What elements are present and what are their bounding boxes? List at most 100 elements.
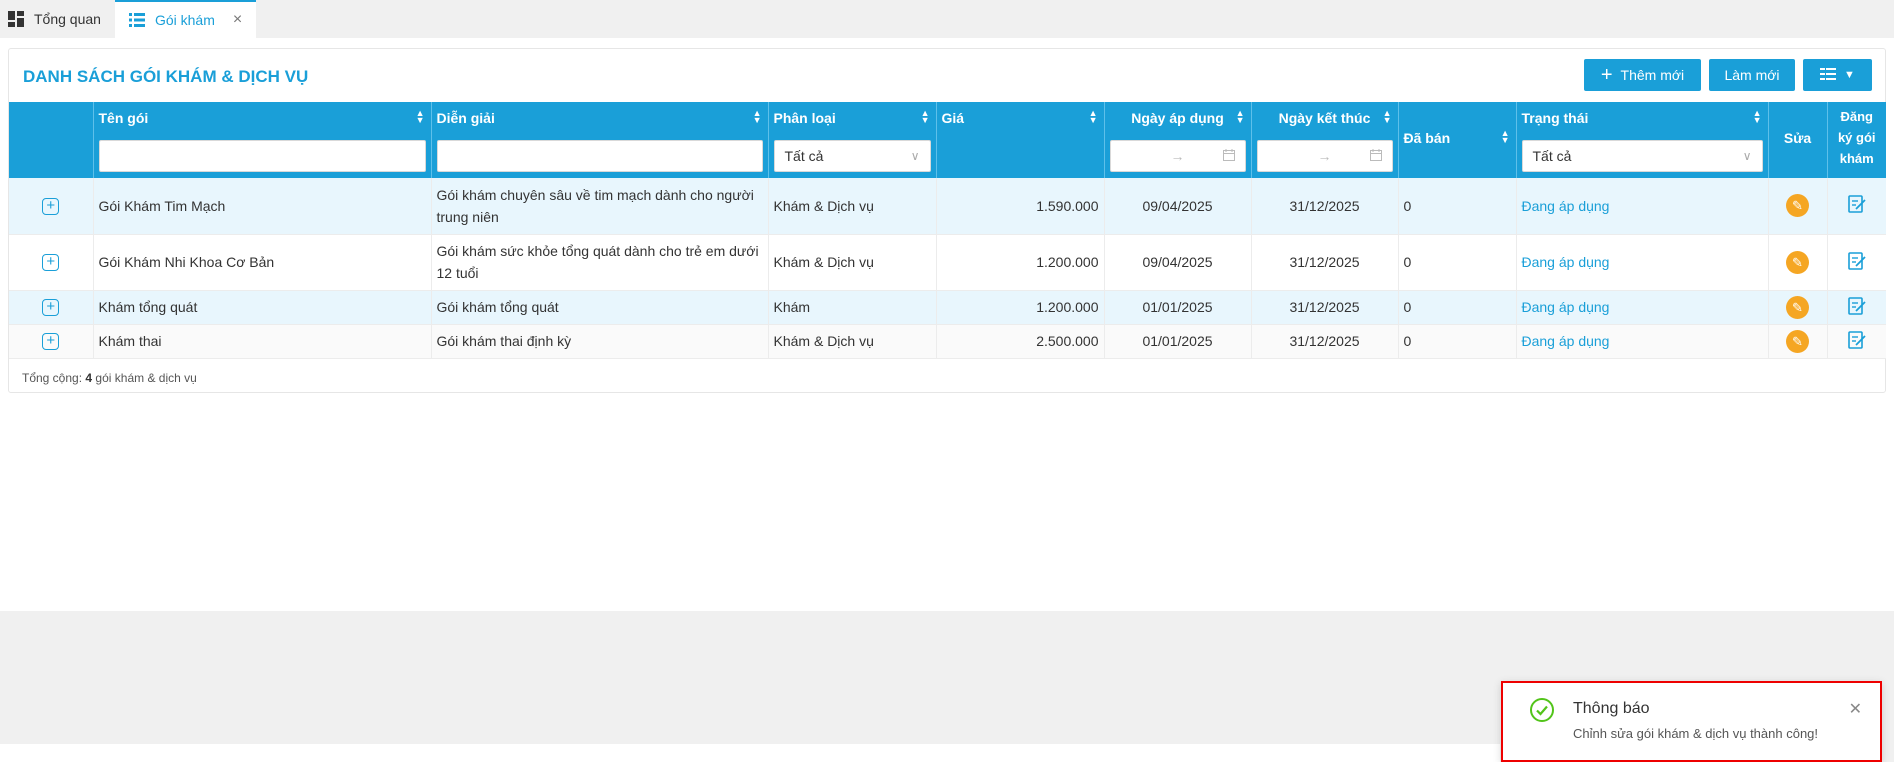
cell-status: Đang áp dụng	[1516, 178, 1769, 235]
total-count-text: Tổng cộng: 4 gói khám & dịch vụ	[22, 371, 197, 385]
cell-price: 1.200.000	[936, 290, 1105, 325]
header-description[interactable]: Diễn giải ▲ ▼	[431, 102, 769, 178]
cell-price: 1.590.000	[936, 178, 1105, 235]
cell-end-date: 31/12/2025	[1251, 290, 1399, 325]
register-form-icon[interactable]	[1847, 251, 1867, 274]
cell-status: Đang áp dụng	[1516, 324, 1769, 359]
cell-start-date: 01/01/2025	[1104, 324, 1252, 359]
sort-icon[interactable]: ▲ ▼	[1383, 109, 1392, 125]
cell-name: Gói Khám Tim Mạch	[93, 178, 432, 235]
cell-sold: 0	[1398, 178, 1517, 235]
cell-name: Khám thai	[93, 324, 432, 359]
cell-price: 1.200.000	[936, 234, 1105, 291]
sort-icon[interactable]: ▲ ▼	[1753, 109, 1762, 125]
cell-status: Đang áp dụng	[1516, 290, 1769, 325]
cell-end-date: 31/12/2025	[1251, 324, 1399, 359]
cell-end-date: 31/12/2025	[1251, 178, 1399, 235]
expand-row-icon[interactable]: +	[42, 333, 60, 350]
add-new-button[interactable]: + Thêm mới	[1584, 59, 1701, 91]
header-end-date[interactable]: Ngày kết thúc ▲ ▼ →	[1251, 102, 1399, 178]
dashboard-icon	[8, 11, 24, 27]
cell-status: Đang áp dụng	[1516, 234, 1769, 291]
start-date-range-picker[interactable]: →	[1109, 140, 1246, 172]
columns-icon	[1820, 67, 1837, 83]
main-panel: DANH SÁCH GÓI KHÁM & DỊCH VỤ + Thêm mới …	[0, 38, 1894, 611]
calendar-icon	[1222, 148, 1235, 164]
expand-row-icon[interactable]: +	[42, 299, 60, 316]
cell-description: Gói khám thai định kỳ	[431, 324, 769, 359]
cell-start-date: 01/01/2025	[1104, 290, 1252, 325]
cell-category: Khám & Dịch vụ	[768, 324, 937, 359]
edit-pencil-icon[interactable]: ✎	[1786, 295, 1809, 319]
table-row: + Gói Khám Tim Mạch Gói khám chuyên sâu …	[9, 178, 1886, 235]
edit-pencil-icon[interactable]: ✎	[1786, 194, 1809, 218]
cell-sold: 0	[1398, 234, 1517, 291]
refresh-button[interactable]: Làm mới	[1709, 59, 1795, 91]
header-name[interactable]: Tên gói ▲ ▼	[93, 102, 432, 178]
sort-icon[interactable]: ▲ ▼	[753, 109, 762, 125]
header-start-date[interactable]: Ngày áp dụng ▲ ▼ →	[1104, 102, 1252, 178]
add-new-label: Thêm mới	[1620, 67, 1685, 83]
check-circle-icon	[1529, 697, 1555, 726]
cell-category: Khám & Dịch vụ	[768, 178, 937, 235]
total-count: 4	[85, 371, 93, 385]
edit-pencil-icon[interactable]: ✎	[1786, 250, 1809, 274]
expand-row-icon[interactable]: +	[42, 254, 60, 271]
sort-icon[interactable]: ▲ ▼	[1501, 129, 1510, 145]
caret-down-icon: ▼	[1844, 69, 1855, 81]
close-icon[interactable]: ✕	[1849, 699, 1862, 719]
status-filter-select[interactable]: Tất cả ∨	[1521, 140, 1763, 172]
register-form-icon[interactable]	[1847, 194, 1867, 217]
header-edit: Sửa	[1768, 102, 1828, 178]
sort-icon[interactable]: ▲ ▼	[416, 109, 425, 125]
table-row: + Gói Khám Nhi Khoa Cơ Bản Gói khám sức …	[9, 234, 1886, 291]
table-row: + Khám tổng quát Gói khám tổng quát Khám…	[9, 290, 1886, 325]
sort-icon[interactable]: ▲ ▼	[1236, 109, 1245, 125]
tab-overview[interactable]: Tổng quan	[0, 0, 115, 38]
header-price[interactable]: Giá ▲ ▼	[936, 102, 1105, 178]
header-category[interactable]: Phân loại ▲ ▼ Tất cả ∨	[768, 102, 937, 178]
category-filter-select[interactable]: Tất cả ∨	[773, 140, 931, 172]
header-sold[interactable]: Đã bán ▲ ▼	[1398, 102, 1517, 178]
bottom-panel	[0, 744, 1500, 762]
plus-icon: +	[1600, 64, 1613, 86]
expand-row-icon[interactable]: +	[42, 197, 60, 215]
notification-title: Thông báo	[1573, 700, 1650, 717]
column-settings-button[interactable]: ▼	[1803, 59, 1872, 91]
cell-category: Khám & Dịch vụ	[768, 234, 937, 291]
package-table: Tên gói ▲ ▼ Diễn giải ▲ ▼ Phân loại ▲ ▼ Tất…	[9, 102, 1886, 359]
tab-packages[interactable]: Gói khám ×	[114, 0, 257, 38]
calendar-icon	[1369, 148, 1382, 164]
status-filter-value: Tất cả	[1532, 148, 1572, 164]
tab-bar: Tổng quan Gói khám ×	[0, 0, 1894, 38]
sort-icon[interactable]: ▲ ▼	[921, 109, 930, 125]
cell-sold: 0	[1398, 290, 1517, 325]
cell-description: Gói khám tổng quát	[431, 290, 769, 325]
cell-start-date: 09/04/2025	[1104, 234, 1252, 291]
date-range-separator: →	[1317, 148, 1332, 164]
edit-pencil-icon[interactable]: ✎	[1786, 329, 1809, 353]
header-expand	[9, 102, 94, 178]
register-form-icon[interactable]	[1847, 330, 1867, 353]
cell-end-date: 31/12/2025	[1251, 234, 1399, 291]
tab-packages-label: Gói khám	[154, 12, 215, 28]
page-title: DANH SÁCH GÓI KHÁM & DỊCH VỤ	[23, 67, 309, 86]
refresh-label: Làm mới	[1724, 67, 1780, 83]
date-range-separator: →	[1170, 148, 1185, 164]
end-date-range-picker[interactable]: →	[1256, 140, 1393, 172]
header-register: Đăng ký gói khám	[1827, 102, 1886, 178]
chevron-down-icon: ∨	[1742, 149, 1752, 163]
cell-sold: 0	[1398, 324, 1517, 359]
register-form-icon[interactable]	[1847, 296, 1867, 319]
cell-name: Khám tổng quát	[93, 290, 432, 325]
name-filter-input[interactable]	[98, 140, 426, 172]
cell-description: Gói khám chuyên sâu về tim mạch dành cho…	[431, 178, 769, 235]
package-list-card: DANH SÁCH GÓI KHÁM & DỊCH VỤ + Thêm mới …	[8, 48, 1886, 393]
header-status[interactable]: Trạng thái ▲ ▼ Tất cả ∨	[1516, 102, 1769, 178]
cell-description: Gói khám sức khỏe tổng quát dành cho trẻ…	[431, 234, 769, 291]
cell-start-date: 09/04/2025	[1104, 178, 1252, 235]
description-filter-input[interactable]	[436, 140, 763, 172]
close-icon[interactable]: ×	[233, 11, 242, 29]
sort-icon[interactable]: ▲ ▼	[1089, 109, 1098, 125]
cell-category: Khám	[768, 290, 937, 325]
